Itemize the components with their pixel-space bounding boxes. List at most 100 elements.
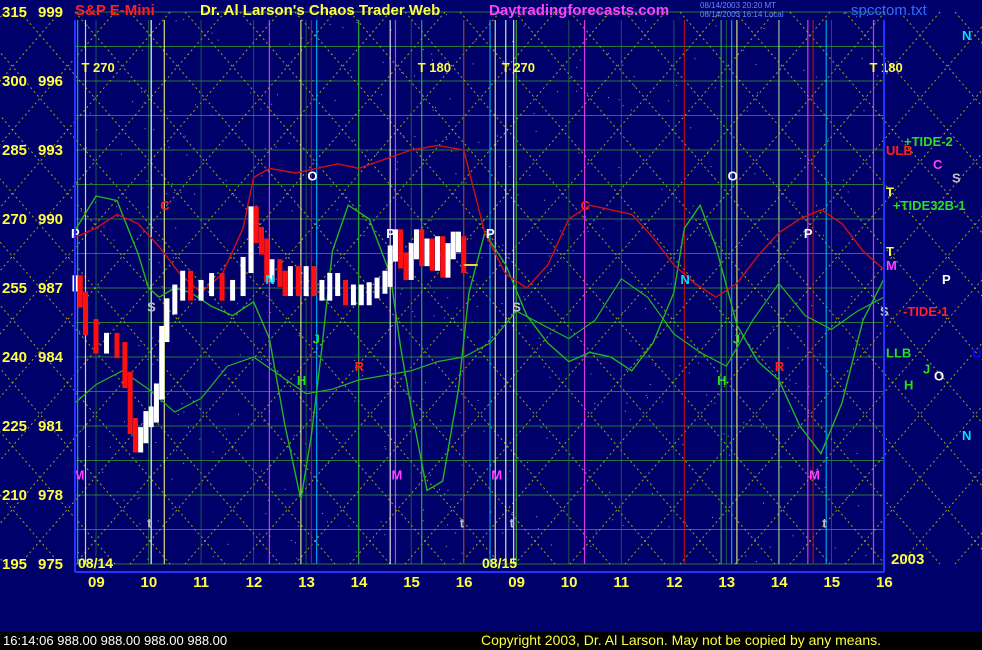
- price-bar: [419, 229, 425, 267]
- star-dot: [509, 470, 511, 472]
- right-label: +TIDE32B-1: [893, 198, 966, 213]
- star-dot: [559, 230, 561, 232]
- star-dot: [851, 296, 853, 297]
- star-dot: [176, 449, 178, 451]
- star-dot: [843, 13, 845, 14]
- star-dot: [502, 244, 504, 246]
- star-dot: [233, 195, 235, 197]
- marker-label: R: [775, 359, 785, 374]
- marker-label: P: [804, 226, 813, 241]
- star-dot: [622, 105, 624, 107]
- star-dot: [396, 168, 398, 170]
- price-bar: [164, 298, 170, 343]
- star-dot: [385, 448, 387, 450]
- star-dot: [722, 86, 724, 88]
- x-tick-label: 15: [823, 574, 840, 591]
- star-dot: [194, 193, 195, 195]
- star-dot: [211, 32, 213, 34]
- star-dot: [743, 422, 745, 424]
- star-dot: [412, 311, 414, 313]
- star-dot: [634, 85, 636, 87]
- site-link[interactable]: Daytradingforecasts.com: [489, 2, 669, 19]
- star-dot: [608, 97, 609, 99]
- star-dot: [667, 100, 669, 102]
- star-dot: [483, 430, 485, 432]
- star-dot: [682, 443, 684, 445]
- star-dot: [432, 109, 434, 111]
- star-dot: [502, 532, 504, 534]
- star-dot: [80, 210, 82, 212]
- price-bar: [188, 270, 194, 301]
- star-dot: [153, 129, 155, 131]
- star-dot: [109, 446, 111, 448]
- star-dot: [126, 208, 128, 210]
- star-dot: [594, 403, 596, 405]
- star-dot: [79, 330, 81, 332]
- star-dot: [329, 23, 331, 25]
- star-dot: [446, 138, 448, 140]
- star-dot: [271, 103, 273, 105]
- price-bar: [408, 243, 414, 280]
- marker-label: T 180: [869, 60, 902, 75]
- star-dot: [529, 175, 531, 177]
- x-tick-label: 10: [141, 574, 158, 591]
- star-dot: [161, 286, 163, 287]
- status-time: 16:14:06: [3, 633, 54, 648]
- star-dot: [175, 20, 177, 22]
- star-dot: [141, 91, 143, 93]
- star-dot: [644, 308, 646, 309]
- star-dot: [183, 19, 185, 20]
- star-dot: [435, 140, 437, 142]
- star-dot: [157, 520, 159, 522]
- price-bar: [198, 279, 204, 301]
- star-dot: [152, 187, 154, 189]
- star-dot: [569, 77, 571, 79]
- star-dot: [239, 354, 241, 356]
- price-bar: [413, 229, 419, 260]
- star-dot: [478, 141, 480, 143]
- y-price-label: 975: [38, 556, 63, 573]
- star-dot: [501, 303, 503, 304]
- star-dot: [444, 317, 446, 319]
- price-bar: [258, 227, 264, 255]
- star-dot: [288, 142, 290, 144]
- star-dot: [481, 257, 483, 259]
- price-bar: [455, 231, 461, 253]
- star-dot: [787, 347, 789, 349]
- star-dot: [116, 215, 118, 217]
- x-tick-label: 14: [771, 574, 788, 591]
- star-dot: [102, 471, 104, 473]
- star-dot: [474, 40, 476, 42]
- star-dot: [96, 129, 98, 131]
- right-label: T: [886, 244, 894, 259]
- star-dot: [645, 20, 646, 22]
- star-dot: [798, 325, 800, 327]
- star-dot: [401, 288, 403, 290]
- star-dot: [455, 532, 457, 534]
- star-dot: [142, 49, 143, 51]
- timestamp-local: 08/14/2003 16:14 Local: [700, 10, 784, 19]
- star-dot: [225, 179, 227, 181]
- star-dot: [180, 191, 182, 193]
- marker-label: t: [822, 516, 827, 531]
- price-bar: [77, 275, 83, 308]
- star-dot: [166, 193, 168, 195]
- price-bar: [429, 238, 435, 271]
- star-dot: [692, 205, 694, 207]
- marker-label: C: [160, 198, 170, 213]
- price-bar: [335, 273, 341, 297]
- star-dot: [548, 255, 550, 257]
- star-dot: [763, 502, 764, 504]
- star-dot: [149, 259, 150, 260]
- star-dot: [384, 534, 386, 536]
- star-dot: [688, 372, 690, 374]
- star-dot: [89, 112, 91, 114]
- star-dot: [546, 437, 548, 439]
- star-dot: [754, 173, 756, 175]
- day-label-2: 08/15: [482, 555, 517, 571]
- star-dot: [258, 533, 260, 535]
- star-dot: [757, 92, 759, 94]
- star-dot: [289, 43, 291, 45]
- chart-background: [0, 0, 982, 650]
- star-dot: [146, 180, 148, 182]
